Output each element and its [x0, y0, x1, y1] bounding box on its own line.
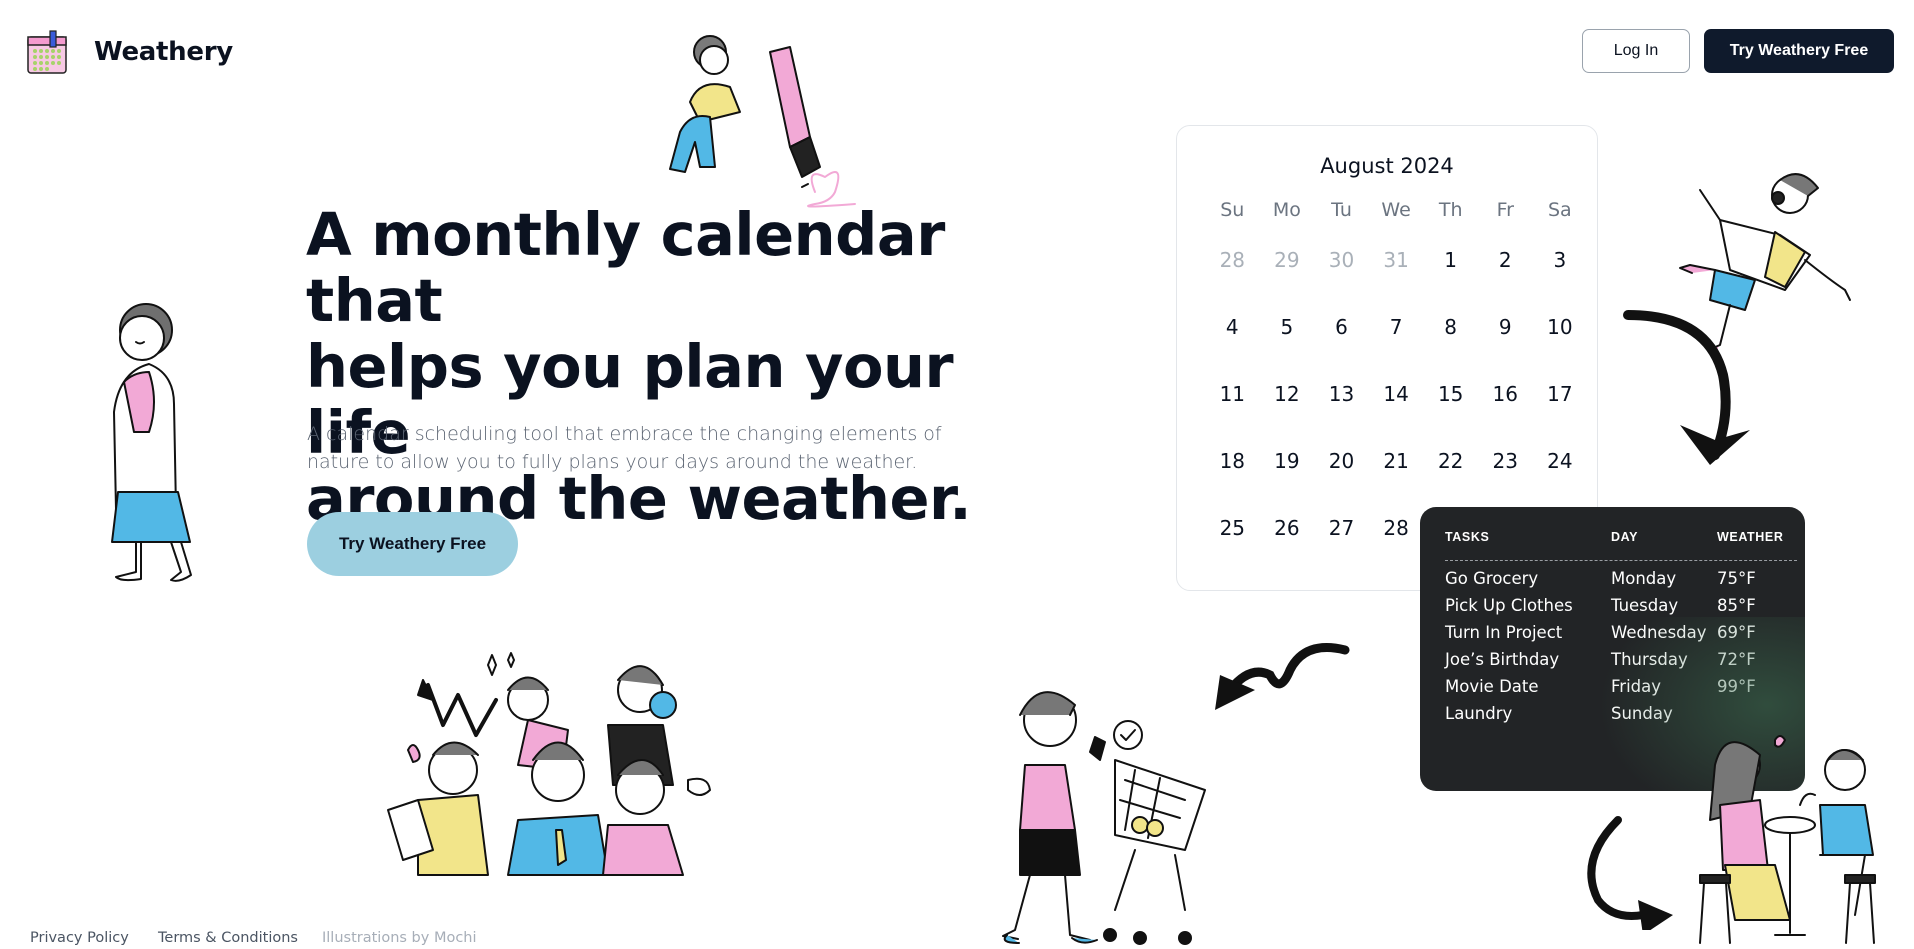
calendar-day[interactable]: 9: [1478, 293, 1533, 360]
task-day: Sunday: [1611, 704, 1673, 723]
calendar-day[interactable]: 14: [1369, 360, 1424, 427]
calendar-day[interactable]: 5: [1260, 293, 1315, 360]
curved-down-arrow: [1623, 310, 1750, 465]
brand-name: Weathery: [94, 37, 233, 67]
task-weather: 85°F: [1717, 596, 1756, 615]
curved-right-arrow: [1587, 816, 1673, 930]
calendar-day[interactable]: 22: [1423, 427, 1478, 494]
calendar-day[interactable]: 24: [1533, 427, 1588, 494]
hero-title-line: A monthly calendar that: [306, 200, 945, 335]
hero-subtitle: A calendar scheduling tool that embrace …: [307, 420, 947, 476]
calendar-day[interactable]: 19: [1260, 427, 1315, 494]
group-of-people-illustration: [387, 652, 711, 876]
calendar-day[interactable]: 18: [1205, 427, 1260, 494]
calendar-day[interactable]: 13: [1314, 360, 1369, 427]
hero-title: A monthly calendar that helps you plan y…: [306, 202, 1066, 532]
couple-at-table-illustration: [1699, 735, 1876, 944]
calendar-day[interactable]: 15: [1423, 360, 1478, 427]
task-row[interactable]: Movie Date Friday 99°F: [1445, 677, 1805, 701]
task-day: Wednesday: [1611, 623, 1707, 642]
hero-subtitle-line: nature to allow you to fully plans your …: [307, 451, 918, 473]
shopping-woman-illustration: [1002, 691, 1206, 945]
terms-link[interactable]: Terms & Conditions: [158, 930, 298, 946]
login-button[interactable]: Log In: [1582, 29, 1690, 73]
illustration-credits-link[interactable]: Illustrations by Mochi: [322, 930, 477, 946]
calendar-logo-icon: [27, 30, 67, 74]
hero-subtitle-line: A calendar scheduling tool that embrace …: [307, 423, 942, 445]
calendar-weekday: Tu: [1331, 199, 1352, 221]
calendar-day[interactable]: 3: [1533, 226, 1588, 293]
task-task: Laundry: [1445, 704, 1513, 723]
calendar-weekday: Sa: [1548, 199, 1572, 221]
calendar-weekday: Mo: [1272, 199, 1301, 221]
calendar-day[interactable]: 25: [1205, 494, 1260, 561]
calendar-day[interactable]: 17: [1533, 360, 1588, 427]
calendar-day[interactable]: 21: [1369, 427, 1424, 494]
task-weather: 99°F: [1717, 677, 1756, 696]
brand-logo-link[interactable]: Weathery: [24, 28, 233, 76]
privacy-policy-link[interactable]: Privacy Policy: [30, 930, 129, 946]
calendar-weekday: Su: [1220, 199, 1245, 221]
calendar-day[interactable]: 16: [1478, 360, 1533, 427]
task-weather: 75°F: [1717, 569, 1756, 588]
tasks-divider: [1445, 560, 1797, 561]
try-free-button-hero[interactable]: Try Weathery Free: [307, 512, 518, 576]
tasks-header-day: DAY: [1611, 530, 1639, 544]
calendar-day[interactable]: 23: [1478, 427, 1533, 494]
calendar-month-label: August 2024: [1320, 154, 1454, 178]
task-row[interactable]: Go Grocery Monday 75°F: [1445, 569, 1805, 593]
calendar-weekday: Th: [1438, 199, 1463, 221]
calendar-day[interactable]: 28: [1205, 226, 1260, 293]
task-weather: 69°F: [1717, 623, 1756, 642]
calendar-day[interactable]: 4: [1205, 293, 1260, 360]
try-free-button-header[interactable]: Try Weathery Free: [1704, 29, 1894, 73]
calendar-day[interactable]: 2: [1478, 226, 1533, 293]
calendar-day[interactable]: 27: [1314, 494, 1369, 561]
task-task: Go Grocery: [1445, 569, 1539, 588]
calendar-grid: Su Mo Tu We Th Fr Sa 28 29 30 31 1 2 3 4 5 6 7 8 9 10 11 12 13 1…: [1205, 194, 1587, 561]
task-row[interactable]: Turn In Project Wednesday 69°F: [1445, 623, 1805, 647]
task-task: Joe’s Birthday: [1445, 650, 1560, 669]
calendar-day[interactable]: 26: [1260, 494, 1315, 561]
task-weather: 72°F: [1717, 650, 1756, 669]
tasks-header-task: TASKS: [1445, 530, 1490, 544]
girl-with-marker-illustration: [669, 35, 856, 208]
task-task: Movie Date: [1445, 677, 1539, 696]
curved-left-arrow: [1215, 643, 1350, 710]
task-task: Pick Up Clothes: [1445, 596, 1573, 615]
calendar-day[interactable]: 30: [1314, 226, 1369, 293]
task-task: Turn In Project: [1445, 623, 1563, 642]
calendar-day[interactable]: 20: [1314, 427, 1369, 494]
task-row[interactable]: Pick Up Clothes Tuesday 85°F: [1445, 596, 1805, 620]
calendar-day[interactable]: 29: [1260, 226, 1315, 293]
task-row[interactable]: Joe’s Birthday Thursday 72°F: [1445, 650, 1805, 674]
task-row[interactable]: Laundry Sunday: [1445, 704, 1805, 728]
calendar-day[interactable]: 7: [1369, 293, 1424, 360]
tasks-header-weather: WEATHER: [1717, 530, 1784, 544]
calendar-weekday: Fr: [1496, 199, 1514, 221]
task-day: Friday: [1611, 677, 1662, 696]
calendar-day[interactable]: 12: [1260, 360, 1315, 427]
walking-girl-illustration: [111, 303, 192, 582]
calendar-day[interactable]: 31: [1369, 226, 1424, 293]
calendar-day[interactable]: 1: [1423, 226, 1478, 293]
task-day: Thursday: [1611, 650, 1688, 669]
calendar-day[interactable]: 28: [1369, 494, 1424, 561]
calendar-day[interactable]: 6: [1314, 293, 1369, 360]
calendar-day[interactable]: 11: [1205, 360, 1260, 427]
task-day: Monday: [1611, 569, 1677, 588]
task-day: Tuesday: [1611, 596, 1679, 615]
calendar-day[interactable]: 10: [1533, 293, 1588, 360]
calendar-day[interactable]: 8: [1423, 293, 1478, 360]
calendar-weekday: We: [1381, 199, 1411, 221]
